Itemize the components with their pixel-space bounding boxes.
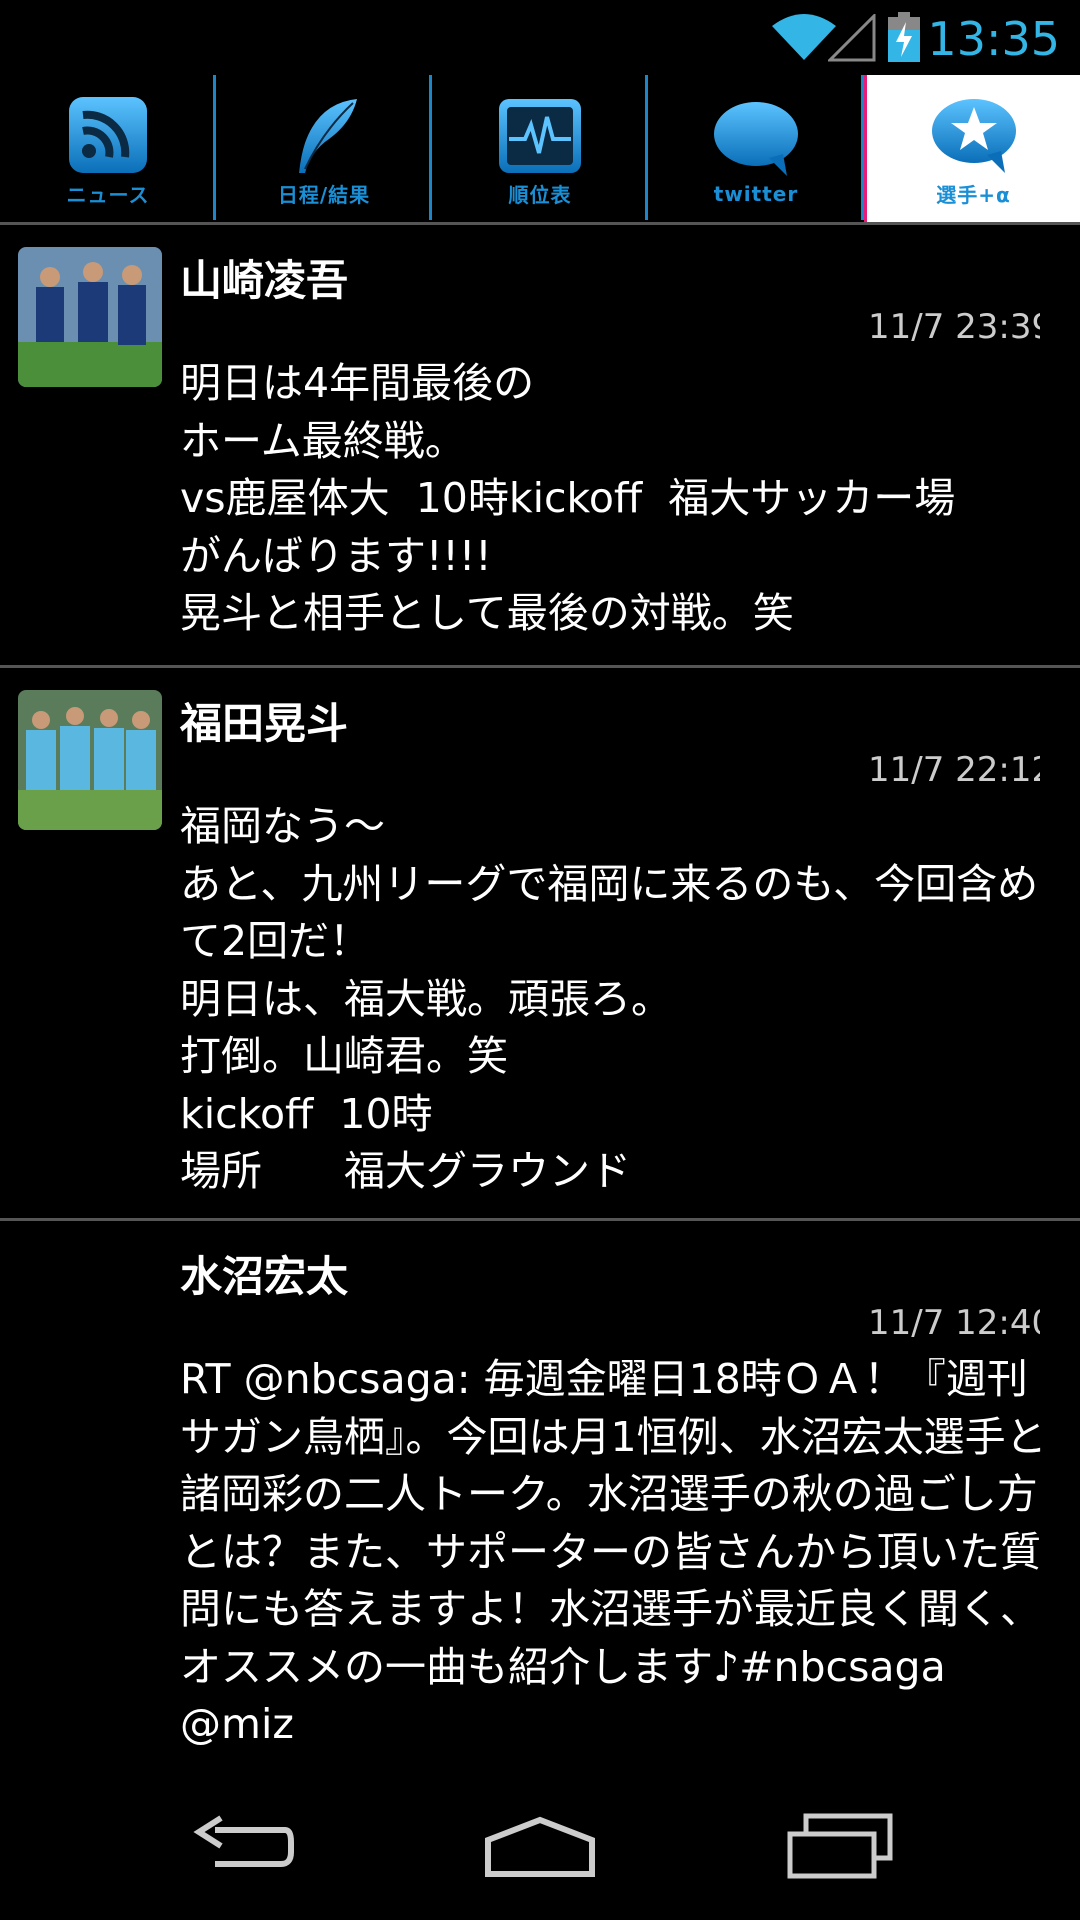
recent-apps-icon — [787, 1813, 893, 1879]
tab-label: twitter — [713, 181, 799, 206]
tweet-text: 福岡なう〜 あと、九州リーグで福岡に来るのも、今回含めて2回だ！ 明日は、福大戦… — [180, 802, 1039, 1195]
tab-label: 選手+α — [936, 183, 1011, 207]
avatar — [18, 247, 162, 387]
feather-icon — [299, 99, 357, 173]
list-item[interactable]: 福田晃斗 11/7 22:12 福岡なう〜 あと、九州リーグで福岡に来るのも、今… — [0, 668, 1080, 1221]
tweet-timestamp: 11/7 23:39 — [868, 307, 1040, 347]
home-icon — [485, 1816, 595, 1877]
tab-label: 日程/結果 — [277, 183, 371, 207]
tab-news[interactable]: ニュース — [0, 75, 216, 222]
rss-icon — [69, 97, 147, 173]
home-button[interactable] — [470, 1802, 610, 1892]
tweet-timestamp: 11/7 12:40 — [868, 1303, 1040, 1343]
tab-bar: ニュース 日程/結果 順位表 twitter 選手+α — [0, 75, 1080, 222]
tab-label: ニュース — [66, 183, 150, 207]
tweet-timestamp: 11/7 22:12 — [868, 750, 1040, 790]
tab-players[interactable]: 選手+α — [864, 75, 1080, 222]
tweet-author: 山崎凌吾 — [180, 256, 349, 305]
battery-charging-icon — [888, 12, 920, 62]
star-bubble-icon — [931, 99, 1016, 173]
tweet-author: 福田晃斗 — [180, 699, 349, 748]
avatar — [18, 690, 162, 830]
list-item[interactable]: 山崎凌吾 11/7 23:39 明日は4年間最後の ホーム最終戦。 vs鹿屋体大… — [0, 225, 1080, 668]
chart-pulse-icon — [499, 99, 581, 173]
status-bar: 13:35 — [0, 0, 1080, 75]
back-icon — [193, 1815, 294, 1867]
speech-bubble-icon — [714, 101, 798, 176]
tab-schedule[interactable]: 日程/結果 — [216, 75, 432, 222]
tweet-list[interactable]: 山崎凌吾 11/7 23:39 明日は4年間最後の ホーム最終戦。 vs鹿屋体大… — [0, 225, 1080, 1772]
signal-icon — [828, 14, 876, 62]
clock: 13:35 — [927, 12, 1060, 66]
tweet-author: 水沼宏太 — [180, 1252, 349, 1301]
tab-standings[interactable]: 順位表 — [432, 75, 648, 222]
tweet-text: RT @nbcsaga: 毎週金曜日18時ＯＡ！『週刊サガン鳥栖』。今回は月1恒… — [180, 1355, 1047, 1748]
list-item[interactable]: 水沼宏太 11/7 12:40 RT @nbcsaga: 毎週金曜日18時ＯＡ！… — [0, 1221, 1080, 1772]
tab-twitter[interactable]: twitter — [648, 75, 864, 222]
nav-bar — [0, 1772, 1080, 1920]
back-button[interactable] — [170, 1802, 310, 1892]
tweet-text: 明日は4年間最後の ホーム最終戦。 vs鹿屋体大 10時kickoff 福大サッ… — [180, 359, 956, 637]
tab-label: 順位表 — [508, 183, 572, 207]
recent-apps-button[interactable] — [770, 1802, 910, 1892]
